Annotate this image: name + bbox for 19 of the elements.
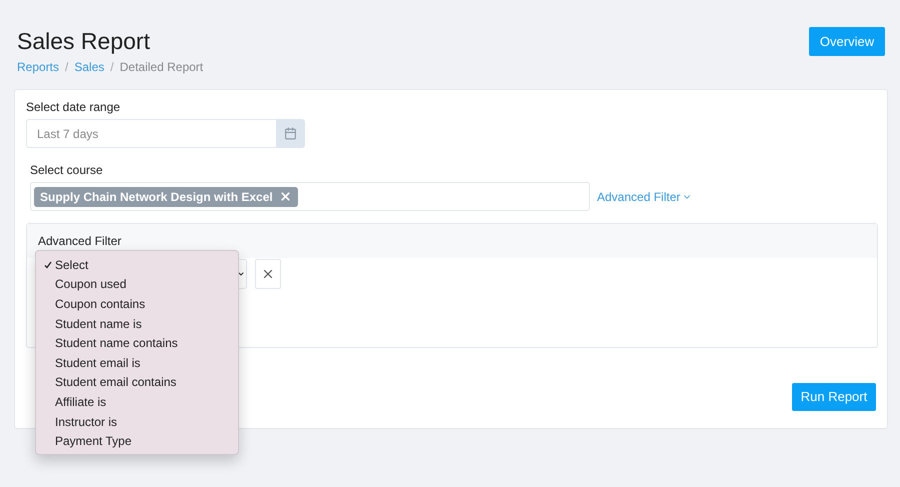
panel-title: Advanced Filter [38,233,122,250]
dropdown-option[interactable]: Student email is [36,352,238,373]
date-range-field[interactable]: Last 7 days [26,119,276,148]
dropdown-option[interactable]: Coupon used [36,274,238,294]
field-label: Select course [30,162,104,179]
dropdown-option[interactable]: Coupon contains [36,294,238,314]
dropdown-option[interactable]: Student email contains [36,372,238,392]
dropdown-option[interactable]: Student name is [36,314,238,334]
dropdown-option[interactable]: Select [36,255,238,275]
course-tag: Supply Chain Network Design with Excel [34,186,298,206]
page-title: Sales Report [17,27,151,56]
field-label: Select date range [26,99,122,116]
breadcrumb-current: Detailed Report [120,59,204,76]
dropdown-option[interactable]: Affiliate is [36,392,238,412]
breadcrumb-separator: / [110,59,114,76]
dropdown-option[interactable]: Payment Type [36,431,238,451]
dropdown-option[interactable]: Student name contains [36,333,238,353]
breadcrumb-separator: / [65,59,68,76]
dropdown-option[interactable]: Instructor is [36,412,238,432]
